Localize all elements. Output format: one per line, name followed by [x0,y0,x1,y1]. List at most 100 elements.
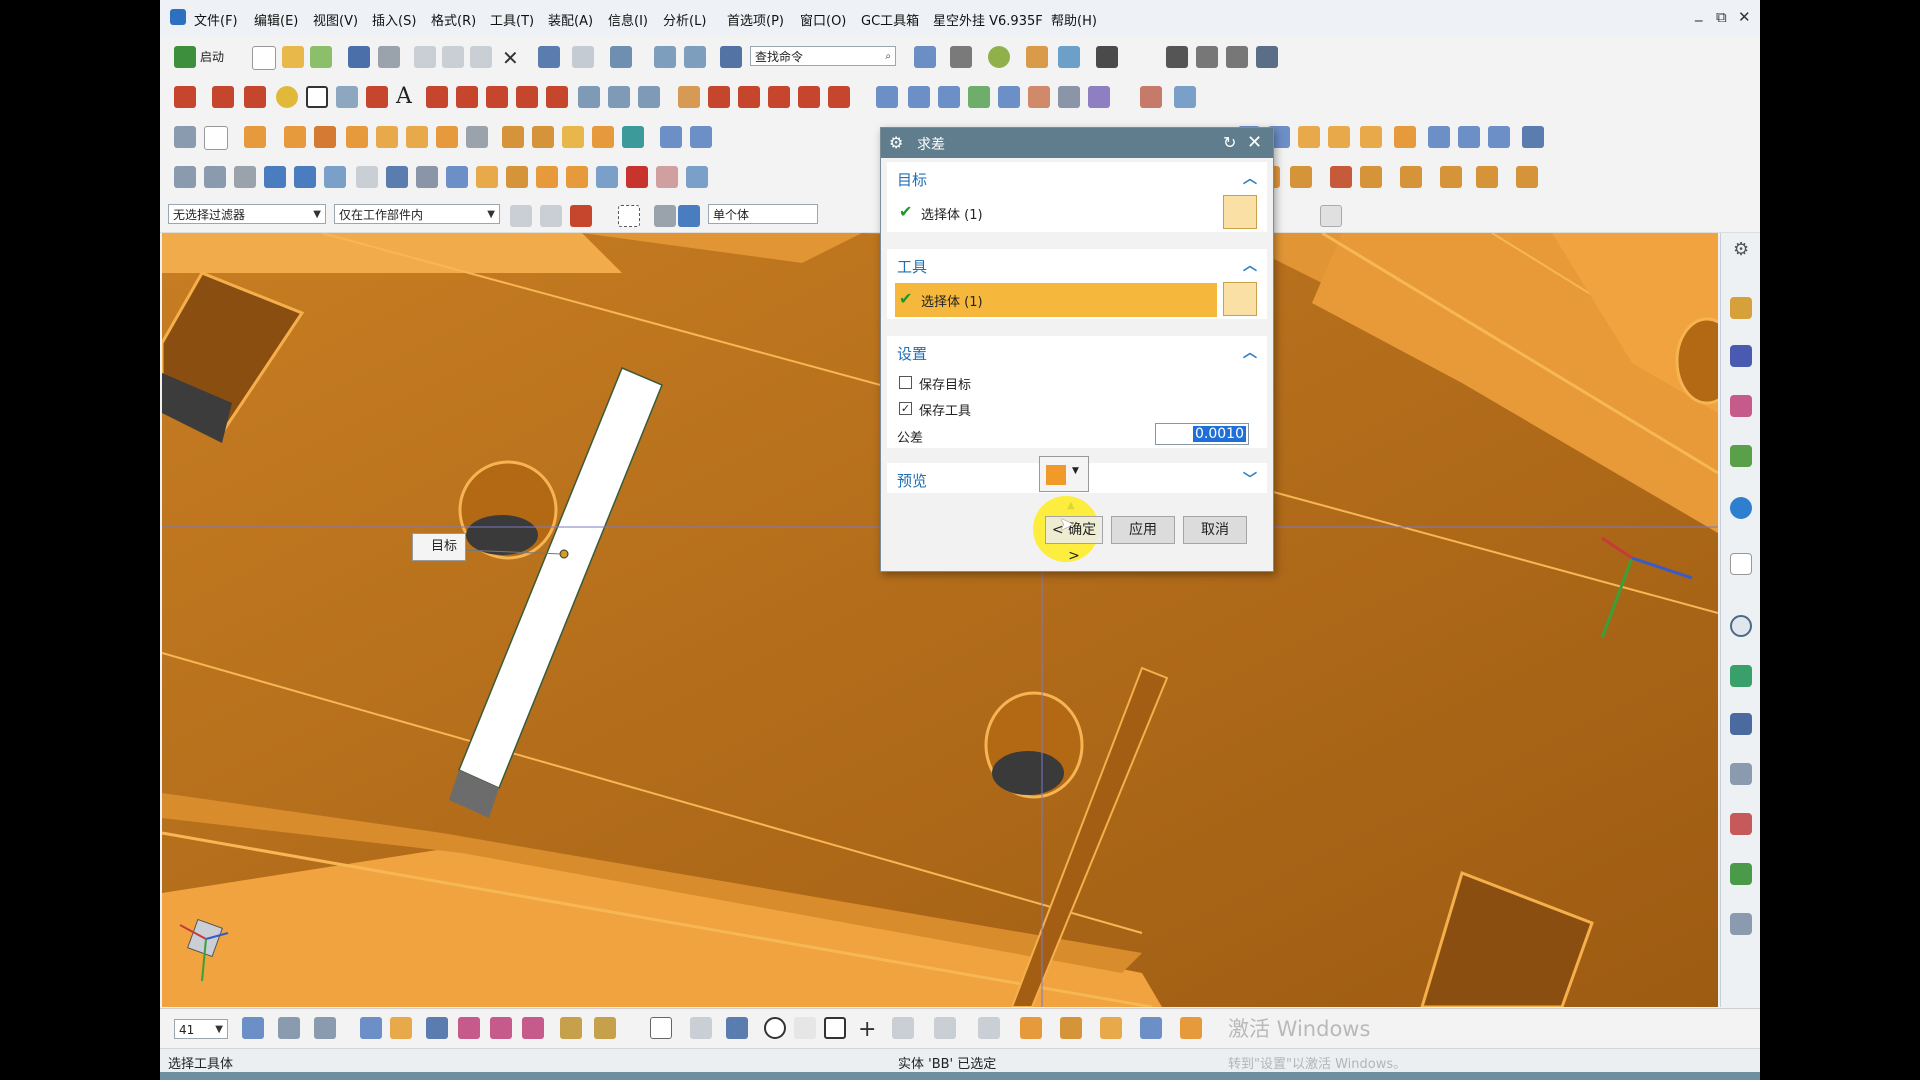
palette-icon[interactable] [1730,813,1752,835]
settings-section-header[interactable]: 设置 ︿ [887,336,1267,366]
menu-information[interactable]: 信息(I) [608,10,648,29]
scale-body-icon[interactable] [356,166,378,188]
cut-icon[interactable] [414,46,436,68]
trim-body-icon[interactable] [596,166,618,188]
hatch-icon[interactable] [690,1017,712,1039]
surface-plane-icon[interactable] [876,86,898,108]
menu-tools[interactable]: 工具(T) [490,10,534,29]
spline-icon[interactable] [366,86,388,108]
selection-scope-select[interactable]: 仅在工作部件内 ▼ [334,204,500,224]
extrude-icon[interactable] [244,126,266,148]
text-tool-icon[interactable]: A [396,84,412,109]
analysis-icon[interactable] [174,166,196,188]
gear-icon[interactable]: ⚙ [889,133,903,152]
blue-cube-icon[interactable] [678,205,700,227]
bend-icon[interactable] [1360,126,1382,148]
offset-curve-icon[interactable] [426,86,448,108]
mold-insert-icon[interactable] [1020,1017,1042,1039]
menu-edit[interactable]: 编辑(E) [254,10,298,29]
electrode-icon[interactable] [1440,166,1462,188]
sketch-circle-icon[interactable] [764,1017,786,1039]
cooling-icon[interactable] [1400,166,1422,188]
mold-tool-3-icon[interactable] [1488,126,1510,148]
move-component-icon[interactable] [360,1017,382,1039]
snap-quadrant-icon[interactable] [522,1017,544,1039]
pattern-icon[interactable] [562,126,584,148]
edit-feature-icon[interactable] [654,46,676,68]
wrap-icon[interactable] [446,166,468,188]
select-body-cube-icon[interactable] [1223,282,1257,316]
core-cavity-icon[interactable] [1290,166,1312,188]
circle-icon[interactable] [276,86,298,108]
work-layer-select[interactable]: 41 ▼ [174,1019,228,1039]
surface-mesh-icon[interactable] [908,86,930,108]
tool-select-body-row[interactable]: ✔ 选择体 (1) [887,279,1267,319]
dialog-title-bar[interactable]: ⚙ 求差 ↻ ✕ [881,128,1273,158]
sketch-point-icon[interactable]: + [858,1017,876,1042]
assembly-constraint-icon[interactable] [390,1017,412,1039]
datum-plane-icon[interactable] [204,126,228,150]
sketch-dimension-icon[interactable] [934,1017,956,1039]
curve-fit-icon[interactable] [768,86,790,108]
information-icon[interactable] [720,46,742,68]
menu-view[interactable]: 视图(V) [313,10,358,29]
save-icon[interactable] [348,46,370,68]
repeat-command-icon[interactable] [610,46,632,68]
table-icon[interactable] [234,166,256,188]
target-section-header[interactable]: 目标 ︿ [887,162,1267,192]
sheet-metal-icon[interactable] [1298,126,1320,148]
document-list-icon[interactable] [1730,913,1752,935]
transform-icon[interactable] [204,166,226,188]
snap-center-icon[interactable] [490,1017,512,1039]
history-icon[interactable] [1730,553,1752,575]
chevron-up-icon[interactable]: ︿ [1243,255,1257,275]
menu-format[interactable]: 格式(R) [431,10,476,29]
menu-help[interactable]: 帮助(H) [1051,10,1097,29]
chevron-down-icon[interactable]: ﹀ [1243,469,1257,489]
extend-curve-icon[interactable] [708,86,730,108]
surface-grid-icon[interactable] [938,86,960,108]
minimize-icon[interactable]: _ [1695,4,1703,22]
select-body-cube-icon[interactable] [1223,195,1257,229]
chamfer-icon[interactable] [532,126,554,148]
slider-icon[interactable] [1360,166,1382,188]
subtract-icon[interactable] [436,126,458,148]
record-icon[interactable] [1166,46,1188,68]
copy-icon[interactable] [442,46,464,68]
keep-tool-checkbox[interactable]: ✓ [899,402,912,415]
tool-section-header[interactable]: 工具 ︿ [887,249,1267,279]
body-mode-select[interactable]: 单个体 [708,204,818,224]
surface-sew-icon[interactable] [1058,86,1080,108]
hook-icon[interactable] [476,166,498,188]
cylinder-icon[interactable] [376,126,398,148]
new-file-icon[interactable] [252,46,276,70]
fillet-curve-icon[interactable] [798,86,820,108]
show-body-icon[interactable] [654,205,676,227]
menu-insert[interactable]: 插入(S) [372,10,416,29]
snap-endpoint-icon[interactable] [426,1017,448,1039]
reset-icon[interactable]: ↻ [1223,133,1236,152]
close-window-icon[interactable]: ✕ [1738,8,1751,26]
line-icon[interactable] [174,86,196,108]
measure-distance-icon[interactable] [560,1017,582,1039]
menu-analysis[interactable]: 分析(L) [663,10,706,29]
reuse-library-icon[interactable] [1730,445,1752,467]
patch-icon[interactable] [656,166,678,188]
replace-face-icon[interactable] [416,166,438,188]
draft-icon[interactable] [566,166,588,188]
pull-face-icon[interactable] [386,166,408,188]
export-image-icon[interactable] [1256,46,1278,68]
layer-settings-icon[interactable] [242,1017,264,1039]
render-style-icon[interactable] [950,46,972,68]
shell-icon[interactable] [592,126,614,148]
intersect-icon[interactable] [466,126,488,148]
ejector-icon[interactable] [1330,166,1352,188]
extract-curve-icon[interactable] [638,86,660,108]
edge-blend-icon[interactable] [502,126,524,148]
constraint-navigator-icon[interactable] [1730,345,1752,367]
preview-result-dropdown[interactable]: ▼ [1039,456,1089,492]
projection-icon[interactable] [456,86,478,108]
web-browser-icon[interactable] [1730,497,1752,519]
open-folder-icon[interactable] [282,46,304,68]
surface-extract-icon[interactable] [1088,86,1110,108]
